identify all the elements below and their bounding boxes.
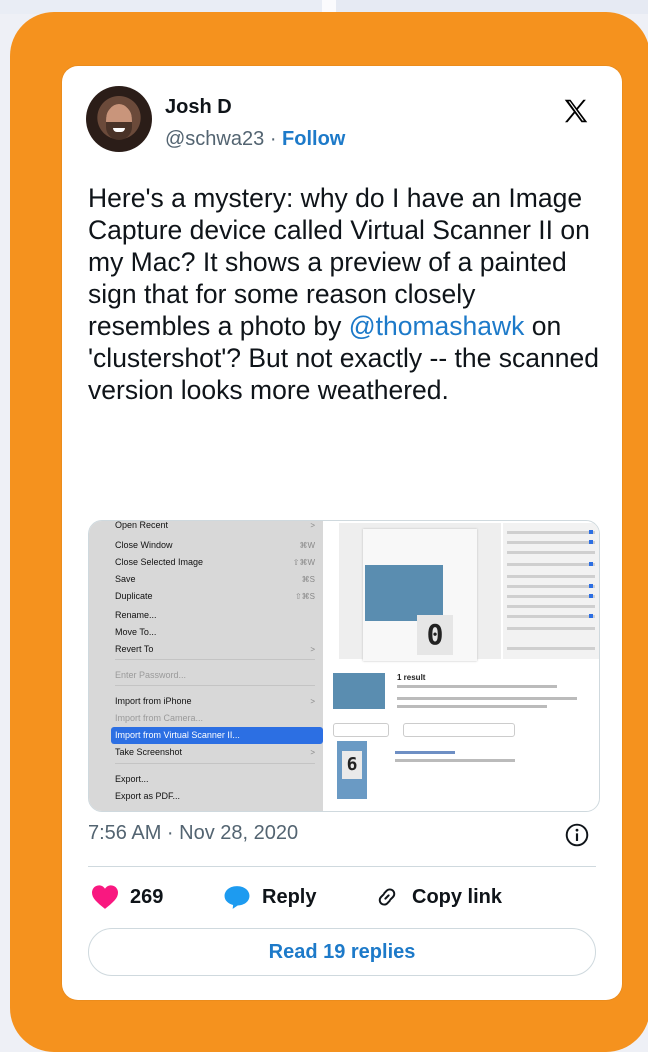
reply-button[interactable]: Reply (222, 884, 316, 910)
menu-item-label: Take Screenshot (115, 747, 183, 757)
reply-label: Reply (262, 885, 317, 908)
avatar[interactable] (86, 86, 152, 152)
menu-item: Rename... (89, 607, 323, 624)
menu-item-shortcut: ⌘W (299, 541, 315, 550)
menu-item-shortcut: > (310, 697, 315, 706)
menu-item: Move To... (89, 624, 323, 641)
menu-item: Close Selected Image ⇧⌘W (89, 554, 323, 571)
author-handle[interactable]: @schwa23 (165, 128, 264, 150)
separator-dot: · (269, 128, 277, 150)
author-handle-row: @schwa23 · Follow (165, 128, 345, 151)
menu-item: Duplicate ⇧⌘S (89, 588, 323, 605)
menu-item-label: Rename... (115, 610, 157, 620)
tweet-card: Josh D @schwa23 · Follow Here's a myster… (62, 66, 622, 1000)
menu-item-label: Close Selected Image (115, 557, 204, 567)
menu-item: Revert To > (89, 641, 323, 658)
menu-item: Close Window ⌘W (89, 537, 323, 554)
result-title: 1 result (397, 673, 426, 682)
menu-item: Save ⌘S (89, 571, 323, 588)
file-menu-screenshot: Open Recent > Close Window ⌘W Close Selected… (89, 521, 323, 811)
menu-item: Enter Password... (89, 667, 323, 684)
scanner-settings-panel (503, 523, 599, 659)
action-bar: 269 Reply Copy link (88, 884, 598, 914)
mention-link[interactable]: @thomashawk (349, 311, 525, 341)
menu-item-shortcut: > (310, 645, 315, 654)
menu-item-label: Export as PDF... (115, 791, 181, 801)
scan-digit: 0 (417, 615, 453, 655)
menu-item-label: Save (115, 574, 136, 584)
menu-item: Import from iPhone > (89, 693, 323, 710)
result-digit: 6 (342, 751, 362, 779)
author-name[interactable]: Josh D (165, 96, 232, 119)
menu-item: Import from Camera... (89, 710, 323, 727)
follow-button[interactable]: Follow (282, 128, 345, 150)
reply-bubble-icon (224, 886, 250, 909)
tweet-text: Here's a mystery: why do I have an Image… (88, 182, 600, 406)
menu-item-label: Import from Virtual Scanner II... (115, 730, 240, 740)
x-logo-icon[interactable] (561, 96, 591, 126)
copy-link-button[interactable]: Copy link (372, 884, 502, 910)
menu-item-label: Move To... (115, 627, 157, 637)
menu-item-shortcut: ⌘S (301, 575, 315, 584)
result-thumbnail (333, 673, 385, 709)
divider (88, 866, 596, 867)
menu-separator (115, 763, 315, 764)
menu-item-shortcut: ⇧⌘S (294, 592, 315, 601)
scanned-sign-image: 0 (365, 565, 453, 655)
scanner-preview-screenshot: 0 1 result 6 (323, 521, 599, 811)
menu-separator (115, 685, 315, 686)
menu-item-label: Close Window (115, 540, 173, 550)
tweet-media-image[interactable]: Open Recent > Close Window ⌘W Close Selected… (88, 520, 600, 812)
menu-item-label: Import from Camera... (115, 713, 204, 723)
menu-item: Export as PDF... (89, 788, 323, 805)
menu-item-shortcut: > (310, 748, 315, 757)
menu-separator (115, 659, 315, 660)
menu-item-label: Enter Password... (115, 670, 187, 680)
like-button[interactable]: 269 (90, 884, 163, 910)
like-count: 269 (130, 885, 164, 908)
menu-item-label: Duplicate (115, 591, 153, 601)
menu-item: Take Screenshot > (89, 744, 323, 761)
result-image: 6 (337, 741, 367, 799)
menu-item: Export... (89, 771, 323, 788)
menu-item-label: Import from iPhone (115, 696, 192, 706)
tweet-timestamp[interactable]: 7:56 AM · Nov 28, 2020 (88, 822, 298, 845)
read-replies-button[interactable]: Read 19 replies (88, 928, 596, 976)
menu-item-shortcut: > (310, 521, 315, 530)
menu-item-label: Open Recent (115, 520, 169, 530)
info-icon[interactable] (564, 822, 590, 848)
menu-item-label: Export... (115, 774, 149, 784)
menu-item-label: Revert To (115, 644, 154, 654)
menu-item: Open Recent > (89, 520, 323, 534)
link-icon (378, 888, 396, 906)
menu-item-shortcut: ⇧⌘W (292, 558, 315, 567)
menu-item: Import from Virtual Scanner II... (111, 727, 323, 744)
copy-link-label: Copy link (412, 885, 503, 908)
orange-frame: Josh D @schwa23 · Follow Here's a myster… (10, 12, 648, 1052)
heart-icon (92, 885, 118, 909)
